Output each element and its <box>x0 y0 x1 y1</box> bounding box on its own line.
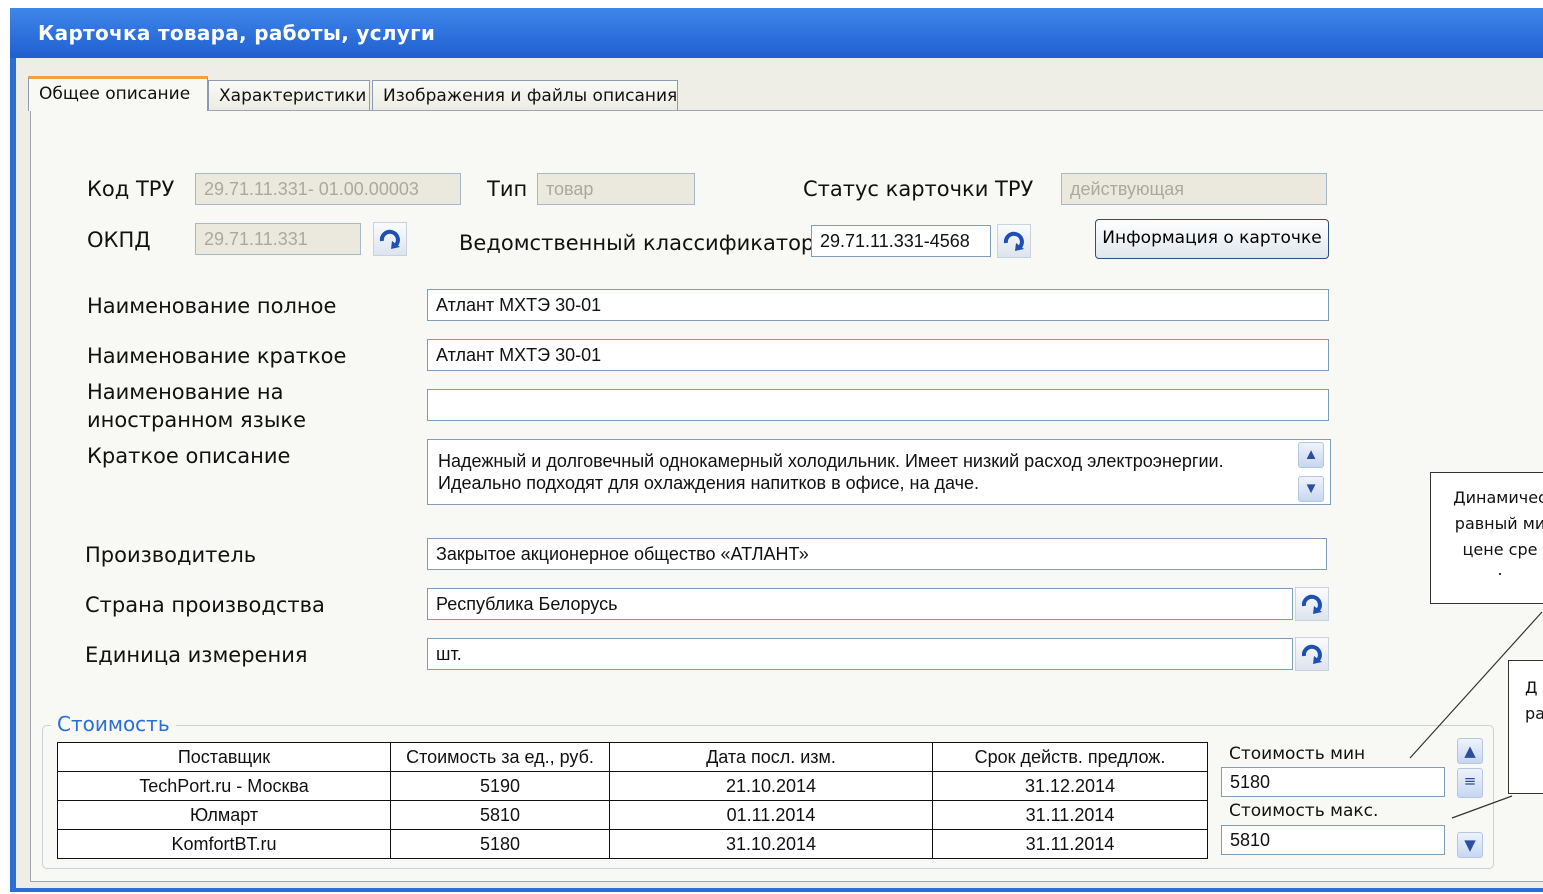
callout-leader-lines <box>1409 611 1543 819</box>
leader-line-min <box>1409 611 1543 759</box>
tab-general[interactable]: Общее описание <box>28 76 208 111</box>
leader-line-max <box>1451 795 1513 819</box>
